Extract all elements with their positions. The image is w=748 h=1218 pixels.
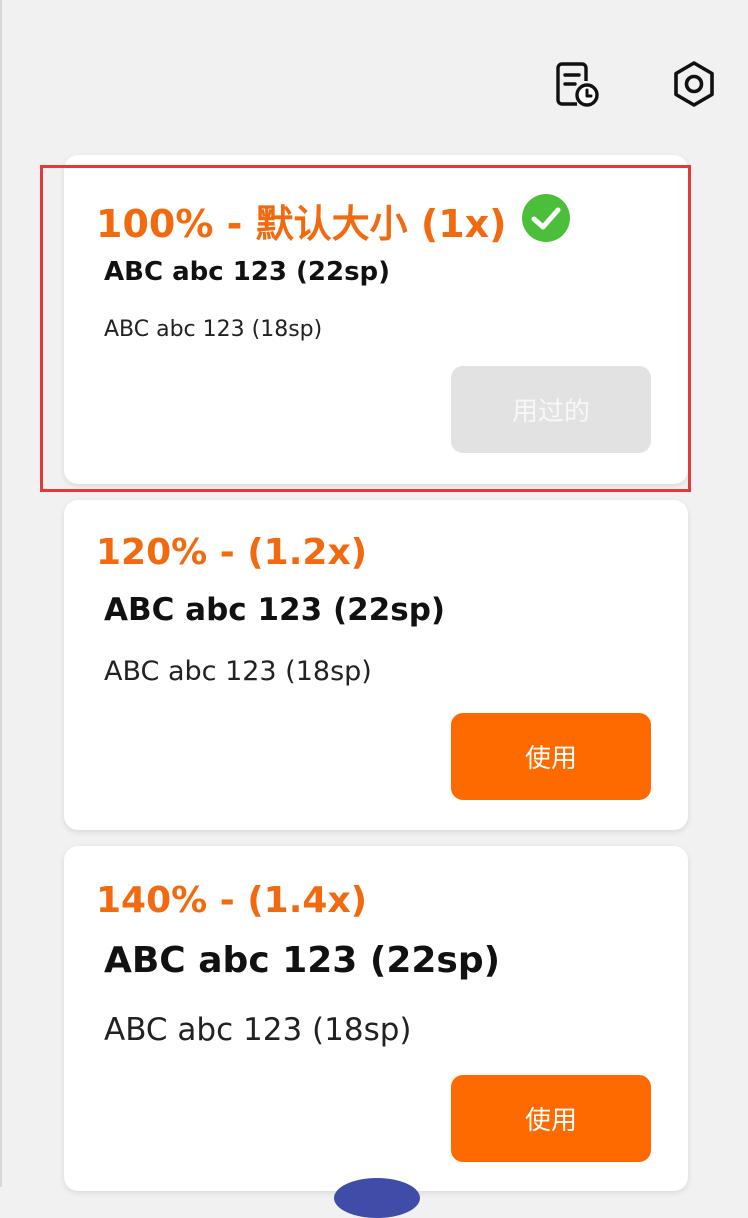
used-button[interactable]: 用过的 <box>451 366 651 453</box>
sample-text-large: ABC abc 123 (22sp) <box>104 592 446 628</box>
option-title: 140% - (1.4x) <box>96 880 368 921</box>
use-button[interactable]: 使用 <box>451 1075 651 1162</box>
window-edge <box>0 0 2 1187</box>
sample-text-large: ABC abc 123 (22sp) <box>104 940 501 981</box>
option-title: 120% - (1.2x) <box>96 532 368 573</box>
sample-text-small: ABC abc 123 (18sp) <box>104 1012 412 1048</box>
settings-button[interactable] <box>666 56 722 112</box>
selected-check-icon <box>521 193 571 247</box>
top-bar <box>0 0 748 150</box>
font-size-option-card: 100% - 默认大小 (1x) ABC abc 123 (22sp) ABC … <box>64 155 688 484</box>
font-size-option-card: 120% - (1.2x) ABC abc 123 (22sp) ABC abc… <box>64 500 688 830</box>
option-title: 100% - 默认大小 (1x) <box>96 202 507 246</box>
use-button[interactable]: 使用 <box>451 713 651 800</box>
sample-text-large: ABC abc 123 (22sp) <box>104 257 391 287</box>
history-icon <box>556 62 599 107</box>
sample-text-small: ABC abc 123 (18sp) <box>104 656 372 687</box>
floating-action-button[interactable] <box>334 1178 420 1218</box>
sample-text-small: ABC abc 123 (18sp) <box>104 317 323 342</box>
font-size-option-card: 140% - (1.4x) ABC abc 123 (22sp) ABC abc… <box>64 846 688 1191</box>
history-button[interactable] <box>548 56 604 112</box>
settings-icon <box>674 61 714 107</box>
